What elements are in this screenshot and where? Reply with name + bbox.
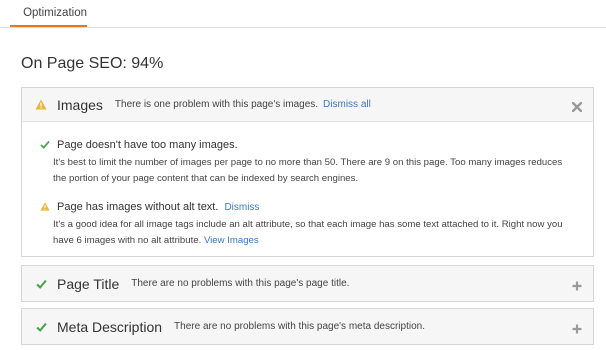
warning-icon — [34, 99, 48, 110]
page-title-panel-header[interactable]: Page Title There are no problems with th… — [22, 266, 593, 301]
expand-icon[interactable] — [572, 278, 582, 296]
tab-bar: Optimization — [0, 0, 606, 28]
meta-description-panel-title: Meta Description — [57, 318, 163, 335]
images-panel-header[interactable]: Images There is one problem with this pa… — [22, 88, 593, 122]
image-check-warning-description: It's a good idea for all image tags incl… — [53, 217, 573, 249]
page-title-panel-title: Page Title — [57, 275, 120, 292]
image-check-warning-title: Page has images without alt text. — [57, 201, 219, 213]
check-icon — [34, 322, 48, 332]
meta-description-panel-header[interactable]: Meta Description There are no problems w… — [22, 309, 593, 344]
view-images-link[interactable]: View Images — [204, 235, 259, 246]
meta-description-panel: Meta Description There are no problems w… — [21, 308, 594, 345]
dismiss-all-link[interactable]: Dismiss all — [323, 99, 371, 110]
meta-description-panel-message: There are no problems with this page's m… — [174, 321, 425, 332]
image-check-ok: Page doesn't have too many images. — [40, 136, 238, 154]
images-panel: Images There is one problem with this pa… — [21, 87, 594, 257]
check-icon — [34, 279, 48, 289]
page-title-panel: Page Title There are no problems with th… — [21, 265, 594, 302]
page-title-panel-message: There are no problems with this page's p… — [131, 278, 350, 289]
image-check-warning: Page has images without alt text. Dismis… — [40, 198, 259, 216]
image-check-ok-description: It's best to limit the number of images … — [53, 157, 563, 184]
images-panel-message: There is one problem with this page's im… — [114, 99, 319, 110]
tab-optimization[interactable]: Optimization — [10, 0, 87, 27]
image-check-warning-text: It's a good idea for all image tags incl… — [53, 219, 563, 246]
image-check-ok-title: Page doesn't have too many images. — [57, 139, 238, 151]
tab-optimization-label: Optimization — [23, 6, 87, 19]
page-title: On Page SEO: 94% — [21, 55, 164, 72]
check-icon — [40, 136, 50, 154]
expand-icon[interactable] — [572, 321, 582, 339]
dismiss-link[interactable]: Dismiss — [224, 202, 259, 213]
images-panel-title: Images — [57, 96, 103, 113]
warning-icon — [40, 198, 50, 216]
close-icon[interactable] — [571, 99, 583, 117]
